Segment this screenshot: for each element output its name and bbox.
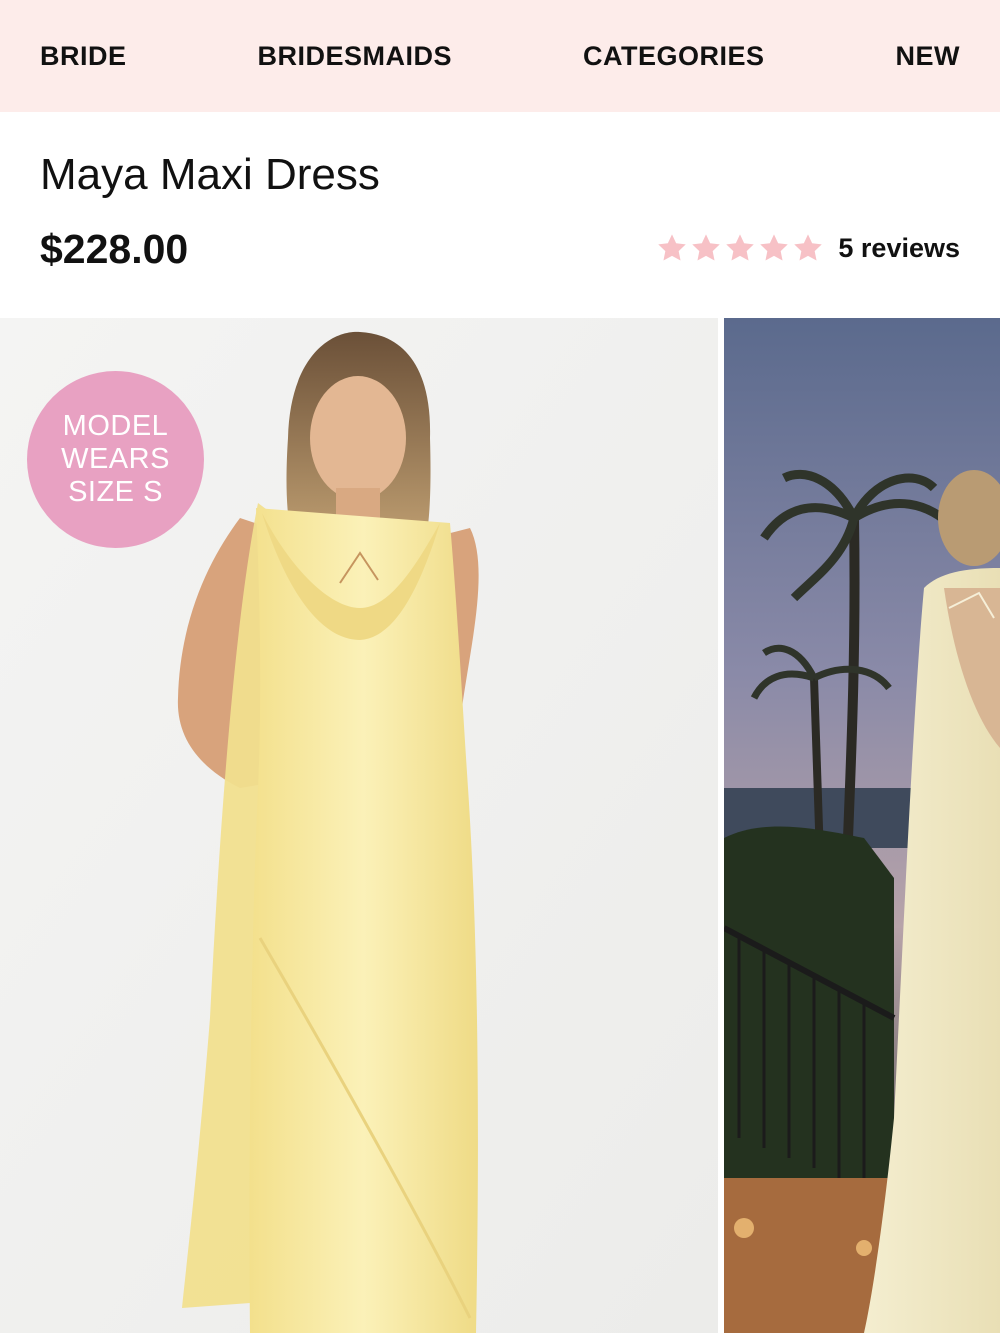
badge-line-2: WEARS bbox=[61, 443, 170, 475]
nav-item-bride[interactable]: BRIDE bbox=[40, 41, 127, 72]
reviews-link[interactable]: 5 reviews bbox=[838, 233, 960, 264]
product-title: Maya Maxi Dress bbox=[40, 150, 380, 199]
badge-line-1: MODEL bbox=[62, 410, 169, 442]
model-photo-outdoor bbox=[724, 318, 1000, 1333]
nav-item-new[interactable]: NEW bbox=[896, 41, 961, 72]
rating-stars bbox=[656, 232, 824, 264]
product-image-gallery[interactable]: MODEL WEARS SIZE S bbox=[0, 318, 1000, 1333]
product-image-secondary[interactable] bbox=[724, 318, 1000, 1333]
product-price: $228.00 bbox=[40, 226, 189, 272]
star-icon bbox=[760, 234, 789, 261]
star-icon bbox=[692, 234, 721, 261]
badge-line-3: SIZE S bbox=[68, 476, 163, 508]
top-nav: BRIDE BRIDESMAIDS CATEGORIES NEW bbox=[0, 0, 1000, 112]
nav-item-categories[interactable]: CATEGORIES bbox=[583, 41, 765, 72]
nav-item-bridesmaids[interactable]: BRIDESMAIDS bbox=[258, 41, 453, 72]
star-icon bbox=[726, 234, 755, 261]
product-rating[interactable]: 5 reviews bbox=[656, 232, 960, 264]
star-icon bbox=[658, 234, 687, 261]
star-icon bbox=[794, 234, 823, 261]
product-image-main[interactable]: MODEL WEARS SIZE S bbox=[0, 318, 718, 1333]
model-size-badge: MODEL WEARS SIZE S bbox=[27, 371, 204, 548]
